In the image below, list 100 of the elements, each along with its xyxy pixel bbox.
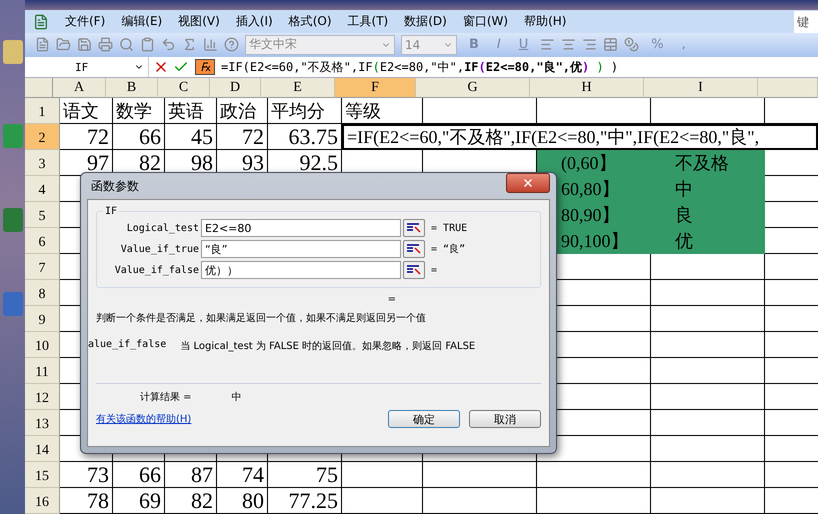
column-header[interactable]: H xyxy=(530,78,644,98)
row-header[interactable]: 4 xyxy=(25,176,60,202)
merge-cells-icon[interactable] xyxy=(603,37,618,52)
row-header[interactable]: 15 xyxy=(25,462,60,488)
column-header[interactable]: A xyxy=(53,78,106,98)
range-picker-button[interactable] xyxy=(403,219,425,237)
argument-result: = “良” xyxy=(430,242,466,256)
table-cell: 77.25 xyxy=(268,488,342,514)
column-header[interactable]: D xyxy=(210,78,261,98)
table-cell: 优 xyxy=(651,228,765,254)
column-header[interactable]: E xyxy=(261,78,335,98)
menu-item[interactable]: 数据(D) xyxy=(404,13,447,30)
column-header[interactable]: G xyxy=(416,78,530,98)
desktop-shortcut-icon[interactable] xyxy=(2,40,22,64)
table-cell: 73 xyxy=(60,462,113,488)
help-search-field[interactable]: 键 xyxy=(794,10,818,33)
coins-icon[interactable] xyxy=(624,37,640,52)
column-header[interactable]: F xyxy=(335,78,416,98)
table-cell: 66 xyxy=(113,124,165,150)
row-header[interactable]: 1 xyxy=(25,98,60,124)
column-header[interactable]: B xyxy=(106,78,158,98)
row-header[interactable]: 3 xyxy=(25,150,60,176)
table-cell: 中 xyxy=(651,176,765,202)
table-cell: 78 xyxy=(60,488,113,514)
menu-item[interactable]: 编辑(E) xyxy=(121,13,162,30)
save-icon[interactable] xyxy=(77,37,92,52)
range-picker-button[interactable] xyxy=(403,261,425,279)
column-header[interactable]: I xyxy=(644,78,758,98)
align-center-icon[interactable] xyxy=(561,37,576,52)
argument-result: = xyxy=(430,264,438,276)
select-all-corner[interactable] xyxy=(25,78,53,98)
align-left-icon[interactable] xyxy=(540,37,556,52)
dialog-title: 函数参数 xyxy=(90,178,139,194)
table-cell: 66 xyxy=(113,462,165,488)
argument-field[interactable]: 优）） xyxy=(201,261,401,279)
menu-item[interactable]: 工具(T) xyxy=(348,13,388,30)
argument-field[interactable]: E2<=80 xyxy=(201,219,401,237)
spreadsheet-icon[interactable] xyxy=(33,14,49,30)
argument-name: alue_if_false xyxy=(88,339,166,352)
row-header[interactable]: 10 xyxy=(25,332,60,358)
help-link[interactable]: 有关该函数的帮助(H) xyxy=(96,412,192,426)
row-header[interactable]: 12 xyxy=(25,384,60,410)
printer-icon[interactable] xyxy=(98,37,113,52)
bar-chart-icon[interactable] xyxy=(203,37,218,52)
argument-result: = TRUE xyxy=(430,222,468,234)
clipboard-icon[interactable] xyxy=(140,37,155,52)
formula-text[interactable]: =IF(E2<=60,"不及格",IF(E2<=80,"中",IF(E2<=80,"良",优) ) ) xyxy=(221,58,618,76)
menu-item[interactable]: 窗口(W) xyxy=(462,13,508,30)
argument-label: Value_if_true xyxy=(120,244,199,254)
help-icon[interactable] xyxy=(224,37,239,52)
row-header[interactable]: 8 xyxy=(25,280,60,306)
table-cell: 45 xyxy=(165,124,217,150)
menu-item[interactable]: 格式(O) xyxy=(288,13,332,30)
row-header[interactable]: 7 xyxy=(25,254,60,280)
range-picker-button[interactable] xyxy=(403,240,425,258)
menu-item[interactable]: 文件(F) xyxy=(65,13,106,30)
table-cell: 80 xyxy=(217,488,268,514)
row-header[interactable]: 6 xyxy=(25,228,60,254)
row-header[interactable]: 5 xyxy=(25,202,60,228)
row-header[interactable]: 2 xyxy=(25,124,60,150)
menu-item[interactable]: 帮助(H) xyxy=(524,13,566,30)
align-right-icon[interactable] xyxy=(582,37,598,52)
close-icon xyxy=(522,177,534,189)
table-cell: 政治 xyxy=(217,98,268,124)
row-header[interactable]: 13 xyxy=(25,410,60,436)
search-icon[interactable] xyxy=(119,37,134,52)
new-file-icon[interactable] xyxy=(35,37,50,52)
table-cell: (0,60】 xyxy=(537,150,651,176)
menu-item[interactable]: 视图(V) xyxy=(178,13,220,30)
close-button[interactable] xyxy=(506,173,550,193)
table-cell: 数学 xyxy=(113,98,165,124)
function-icon[interactable] xyxy=(195,59,215,75)
table-cell: 82 xyxy=(165,488,217,514)
menu-item[interactable]: 插入(I) xyxy=(236,13,273,30)
table-cell: 72 xyxy=(217,124,268,150)
table-cell: 97 xyxy=(60,150,113,176)
undo-icon[interactable] xyxy=(161,37,176,52)
desktop-shortcut-icon[interactable] xyxy=(2,208,22,232)
sigma-icon[interactable] xyxy=(182,37,197,52)
table-cell: 语文 xyxy=(60,98,113,124)
table-cell: 87 xyxy=(165,462,217,488)
argument-label: Value_if_false xyxy=(114,264,199,276)
row-header[interactable]: 14 xyxy=(25,436,60,462)
row-header[interactable]: 16 xyxy=(25,488,60,514)
range-select-icon xyxy=(406,265,422,275)
column-header[interactable] xyxy=(758,78,818,98)
column-header[interactable]: C xyxy=(158,78,210,98)
row-header[interactable]: 9 xyxy=(25,306,60,332)
cancel-button[interactable]: 取消 xyxy=(469,410,541,428)
row-header[interactable]: 11 xyxy=(25,358,60,384)
ok-button[interactable]: 确定 xyxy=(388,410,460,428)
argument-field[interactable]: “良” xyxy=(201,240,401,258)
name-box[interactable]: IF xyxy=(25,57,149,77)
table-cell: =IF(E2<=60,"不及格",IF(E2<=80,"中",IF(E2<=80,"良", xyxy=(342,124,818,150)
range-select-icon xyxy=(406,244,422,254)
table-cell: 69 xyxy=(113,488,165,514)
table-cell: 不及格 xyxy=(651,150,765,176)
range-select-icon xyxy=(406,223,422,233)
result-label: 计算结果 = xyxy=(140,390,192,404)
open-folder-icon[interactable] xyxy=(56,37,71,52)
